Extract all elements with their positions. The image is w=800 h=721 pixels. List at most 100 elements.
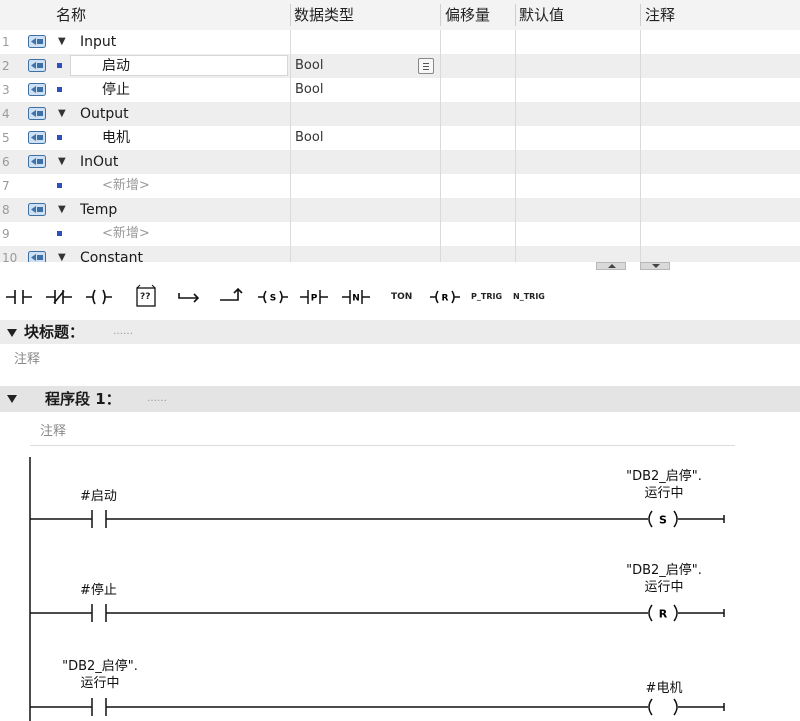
collapse-triangle-icon[interactable]: ▼ [58,102,66,126]
row-number: 4 [0,102,24,126]
table-row[interactable]: 6 ▼ InOut [0,150,800,174]
collapse-triangle-icon[interactable]: ▼ [58,246,66,262]
positive-edge-button[interactable]: P [298,284,330,310]
add-new-placeholder[interactable]: <新增> [102,174,150,198]
row-number: 2 [0,54,24,78]
svg-text:R: R [442,294,449,304]
datatype-picker-icon[interactable] [418,58,434,74]
rung-2: R [30,604,725,622]
nc-contact-button[interactable] [44,284,74,310]
table-row[interactable]: 7 <新增> [0,174,800,198]
interface-link-icon [28,35,46,48]
p-trig-label: P_TRIG [471,292,503,301]
set-coil-symbol[interactable]: S [648,510,678,528]
collapse-arrow-icon[interactable] [7,329,17,337]
variable-name[interactable]: 停止 [102,78,130,102]
row-number: 8 [0,198,24,222]
contact-operand[interactable]: #启动 [80,485,117,504]
coil-button[interactable] [84,284,114,310]
table-row[interactable]: 2 启动 Bool [0,54,800,78]
p-trig-button[interactable]: P_TRIG [470,284,506,310]
no-contact-symbol[interactable] [91,698,107,716]
ton-button[interactable]: TON [390,284,416,310]
table-row[interactable]: 1 ▼ Input [0,30,800,54]
col-header-datatype[interactable]: 数据类型 [294,0,354,30]
variable-bullet-icon [57,183,62,188]
set-coil-button[interactable]: S [256,284,290,310]
comment-divider [30,445,735,446]
col-header-offset[interactable]: 偏移量 [445,0,490,30]
interface-link-icon [28,107,46,120]
collapse-triangle-icon[interactable]: ▼ [58,150,66,174]
network-comment[interactable]: 注释 [40,420,66,439]
col-header-name[interactable]: 名称 [56,0,86,30]
col-header-default[interactable]: 默认值 [519,0,564,30]
coil-icon [86,289,112,305]
no-contact-icon [6,290,32,304]
contact-operand[interactable]: #停止 [80,579,117,598]
no-contact-symbol[interactable] [91,510,107,528]
coil-operand[interactable]: #电机 [634,677,694,696]
scroll-down-button[interactable] [640,262,670,270]
section-name[interactable]: Input [80,30,116,54]
block-title-bar[interactable]: 块标题： …… [0,320,800,344]
n-trig-button[interactable]: N_TRIG [512,284,552,310]
coil-operand-line2[interactable]: 运行中 [614,576,714,595]
section-name[interactable]: Temp [80,198,117,222]
table-row[interactable]: 5 电机 Bool [0,126,800,150]
empty-box-label: ?? [140,292,151,302]
variable-name[interactable]: 电机 [102,126,130,150]
variable-bullet-icon [57,231,62,236]
row-number: 3 [0,78,24,102]
scroll-up-button[interactable] [596,262,626,270]
add-new-placeholder[interactable]: <新增> [102,222,150,246]
variable-name[interactable]: 启动 [102,54,130,78]
close-branch-button[interactable] [218,284,244,310]
contact-operand-line2[interactable]: 运行中 [50,672,150,691]
table-header: 名称 数据类型 偏移量 默认值 注释 [0,0,800,31]
reset-coil-symbol[interactable]: R [648,604,678,622]
reset-coil-icon: R [430,290,460,304]
ladder-diagram: S R #启动 "DB2_启停". 运行中 #停止 "DB2_启停". 运行中 … [0,455,800,721]
section-name[interactable]: Constant [80,246,143,262]
open-branch-icon [178,293,200,303]
instruction-toolbar: ?? S P N TON R P_TRIG N_TRIG [0,276,800,318]
ton-label: TON [391,292,413,302]
rung-1: S [30,510,725,528]
block-title-placeholder[interactable]: …… [113,320,133,344]
variable-datatype[interactable]: Bool [295,54,323,78]
section-name[interactable]: InOut [80,150,118,174]
block-title[interactable]: 块标题： [24,320,84,344]
collapse-arrow-icon[interactable] [7,395,17,403]
col-header-comment[interactable]: 注释 [645,0,675,30]
table-row[interactable]: 3 停止 Bool [0,78,800,102]
no-contact-button[interactable] [4,284,34,310]
variable-datatype[interactable]: Bool [295,126,323,150]
table-scroll-controls [0,262,800,270]
table-row[interactable]: 10 ▼ Constant [0,246,800,262]
collapse-triangle-icon[interactable]: ▼ [58,198,66,222]
no-contact-symbol[interactable] [91,604,107,622]
n-trig-label: N_TRIG [513,292,545,301]
block-comment[interactable]: 注释 [14,348,40,367]
table-row[interactable]: 8 ▼ Temp [0,198,800,222]
variable-datatype[interactable]: Bool [295,78,323,102]
coil-symbol[interactable] [648,698,678,716]
empty-box-button[interactable]: ?? [132,284,160,310]
open-branch-button[interactable] [176,284,202,310]
network-title[interactable]: 程序段 1： [45,386,121,412]
variable-bullet-icon [57,135,62,140]
interface-link-icon [28,131,46,144]
variable-bullet-icon [57,87,62,92]
section-name[interactable]: Output [80,102,129,126]
interface-link-icon [28,251,46,262]
network-title-placeholder[interactable]: …… [147,386,167,412]
reset-coil-button[interactable]: R [428,284,462,310]
table-row[interactable]: 4 ▼ Output [0,102,800,126]
negative-edge-button[interactable]: N [340,284,372,310]
collapse-triangle-icon[interactable]: ▼ [58,30,66,54]
network-title-bar[interactable]: 程序段 1： …… [0,386,800,412]
rung-3 [30,698,725,716]
table-row[interactable]: 9 <新增> [0,222,800,246]
coil-operand-line2[interactable]: 运行中 [614,482,714,501]
